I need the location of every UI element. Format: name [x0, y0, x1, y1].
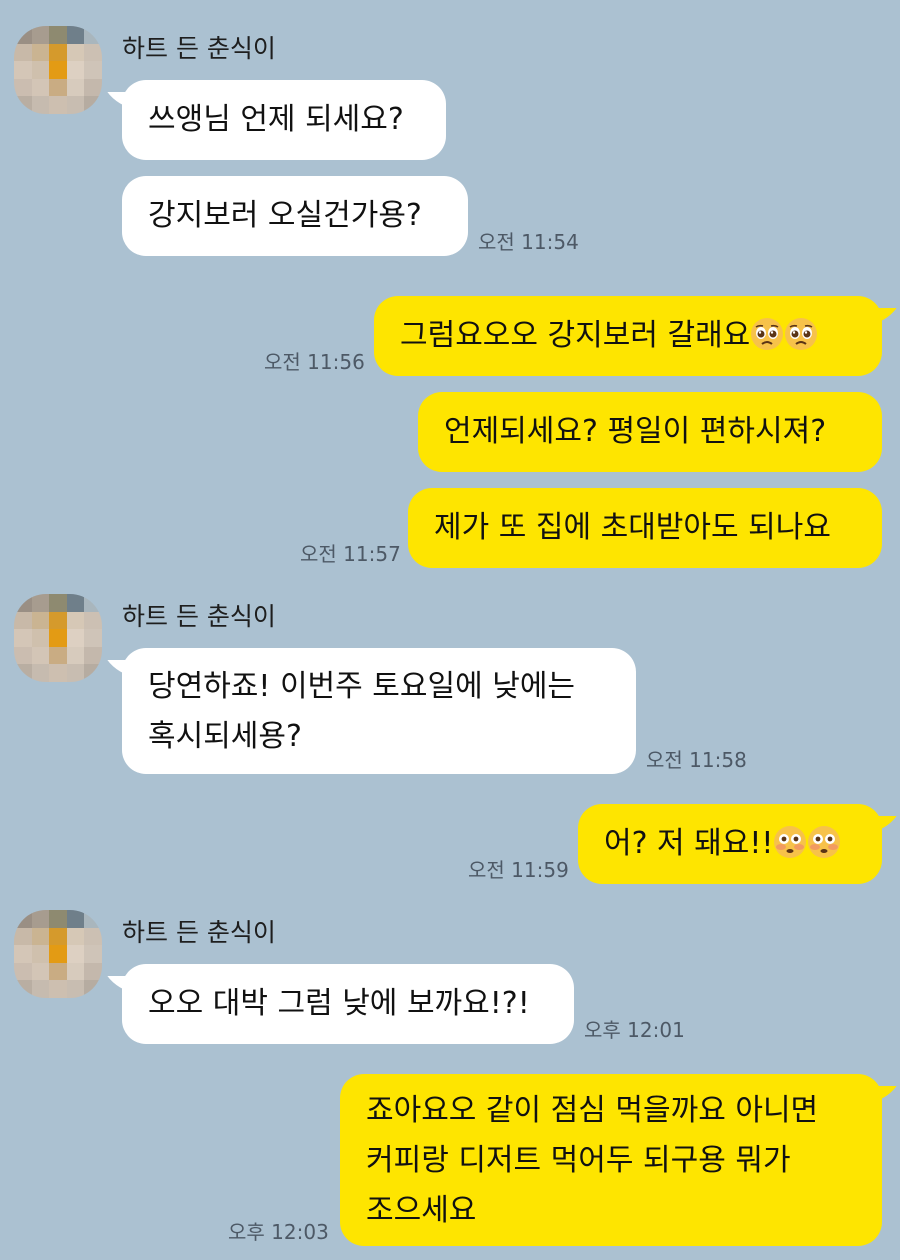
- message-bubble[interactable]: 그럼요오오 강지보러 갈래요: [374, 296, 882, 376]
- message-text: 제가 또 집에 초대받아도 되나요: [434, 510, 831, 545]
- timestamp: 오후 12:01: [584, 1018, 685, 1042]
- message-text: 당연하죠! 이번주 토요일에 낮에는: [148, 669, 576, 704]
- timestamp: 오후 12:03: [228, 1220, 329, 1244]
- timestamp: 오전 11:57: [300, 542, 401, 566]
- message-text: 죠아요오 같이 점심 먹을까요 아니면: [366, 1093, 819, 1128]
- chat-room[interactable]: 하트 든 춘식이 쓰앵님 언제 되세요? 강지보러 오실건가용? 오전 11:5…: [0, 0, 900, 1260]
- message-bubble[interactable]: 어? 저 돼요!!: [578, 804, 882, 884]
- pleading-face-emoji: [750, 317, 784, 351]
- message-text: 커피랑 디저트 먹어두 되구용 뭐가: [366, 1143, 791, 1178]
- message-bubble[interactable]: 오오 대박 그럼 낮에 보까요!?!: [122, 964, 574, 1044]
- message-text: 혹시되세용?: [148, 719, 302, 754]
- message-text: 오오 대박 그럼 낮에 보까요!?!: [148, 986, 530, 1021]
- timestamp: 오전 11:56: [264, 350, 365, 374]
- timestamp: 오전 11:58: [646, 748, 747, 772]
- flushed-face-emoji: [807, 825, 841, 859]
- avatar[interactable]: [14, 594, 102, 682]
- sender-name: 하트 든 춘식이: [122, 918, 276, 947]
- sender-name: 하트 든 춘식이: [122, 34, 276, 63]
- message-text: 강지보러 오실건가용?: [148, 198, 422, 233]
- message-text: 언제되세요? 평일이 편하시져?: [444, 414, 827, 449]
- flushed-face-emoji: [773, 825, 807, 859]
- message-text: 조으세요: [366, 1193, 477, 1228]
- sender-name: 하트 든 춘식이: [122, 602, 276, 631]
- pleading-face-emoji: [784, 317, 818, 351]
- message-bubble[interactable]: 죠아요오 같이 점심 먹을까요 아니면 커피랑 디저트 먹어두 되구용 뭐가 조…: [340, 1074, 882, 1246]
- message-bubble[interactable]: 강지보러 오실건가용?: [122, 176, 468, 256]
- avatar[interactable]: [14, 26, 102, 114]
- message-text: 쓰앵님 언제 되세요?: [148, 102, 404, 137]
- avatar[interactable]: [14, 910, 102, 998]
- message-text: 어? 저 돼요!!: [604, 826, 774, 861]
- timestamp: 오전 11:59: [468, 858, 569, 882]
- message-bubble[interactable]: 당연하죠! 이번주 토요일에 낮에는 혹시되세용?: [122, 648, 636, 774]
- message-bubble[interactable]: 쓰앵님 언제 되세요?: [122, 80, 446, 160]
- message-bubble[interactable]: 언제되세요? 평일이 편하시져?: [418, 392, 882, 472]
- message-bubble[interactable]: 제가 또 집에 초대받아도 되나요: [408, 488, 882, 568]
- timestamp: 오전 11:54: [478, 230, 579, 254]
- message-text: 그럼요오오 강지보러 갈래요: [400, 318, 751, 353]
